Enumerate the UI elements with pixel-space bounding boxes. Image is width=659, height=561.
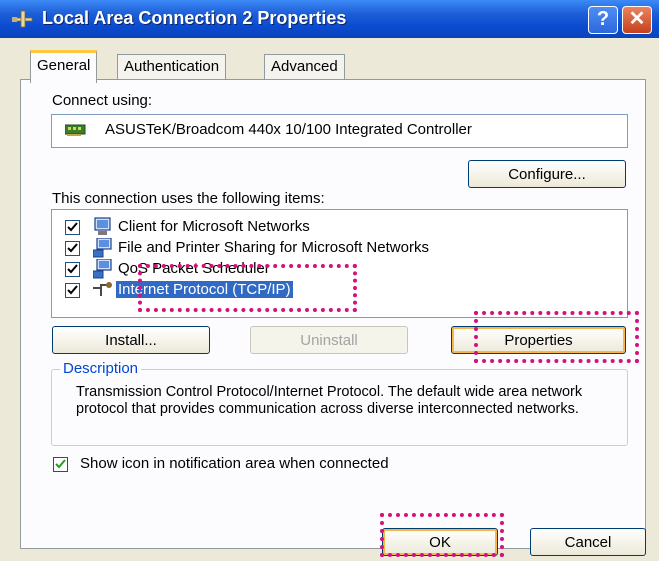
tab-advanced[interactable]: Advanced [264,54,345,79]
item-label: File and Printer Sharing for Microsoft N… [118,239,429,256]
components-list[interactable]: Client for Microsoft Networks File and P… [51,209,628,318]
network-service-icon [93,238,112,258]
install-button[interactable]: Install... [52,326,210,354]
properties-dialog: Local Area Connection 2 Properties ? ✕ G… [0,0,659,561]
check-icon [67,264,78,274]
configure-button[interactable]: Configure... [468,160,626,188]
title-bar[interactable]: Local Area Connection 2 Properties ? ✕ [0,0,659,38]
close-icon: ✕ [628,8,646,30]
network-client-icon [94,217,111,235]
item-label: QoS Packet Scheduler [118,260,270,277]
properties-button[interactable]: Properties [451,326,626,354]
tab-authentication[interactable]: Authentication [117,54,227,79]
tab-general[interactable]: General [30,50,98,83]
protocol-icon [93,282,112,296]
network-adapter-icon [65,124,86,136]
description-text: Transmission Control Protocol/Internet P… [76,384,583,417]
checkbox-client[interactable] [65,220,80,235]
cancel-button[interactable]: Cancel [530,528,646,556]
check-icon [67,285,78,295]
check-icon [55,459,66,469]
network-connection-icon [12,10,33,28]
ok-button[interactable]: OK [382,528,498,556]
item-label: Client for Microsoft Networks [118,218,310,235]
notify-label[interactable]: Show icon in notification area when conn… [80,455,389,472]
check-icon [67,243,78,253]
adapter-name: ASUSTeK/Broadcom 440x 10/100 Integrated … [105,121,472,138]
check-icon [67,222,78,232]
checkbox-tcpip[interactable] [65,283,80,298]
window-title: Local Area Connection 2 Properties [42,8,347,28]
adapter-field: ASUSTeK/Broadcom 440x 10/100 Integrated … [51,114,628,148]
notify-checkbox[interactable] [53,457,68,472]
uninstall-button[interactable]: Uninstall [250,326,408,354]
connect-using-label: Connect using: [52,92,153,109]
item-label: Internet Protocol (TCP/IP) [116,281,293,298]
close-button[interactable]: ✕ [622,6,652,34]
checkbox-qos[interactable] [65,262,80,277]
description-legend: Description [60,360,142,377]
items-section-label: This connection uses the following items… [52,190,325,207]
checkbox-file-sharing[interactable] [65,241,80,256]
network-service-icon [93,259,112,279]
help-button[interactable]: ? [588,6,618,34]
